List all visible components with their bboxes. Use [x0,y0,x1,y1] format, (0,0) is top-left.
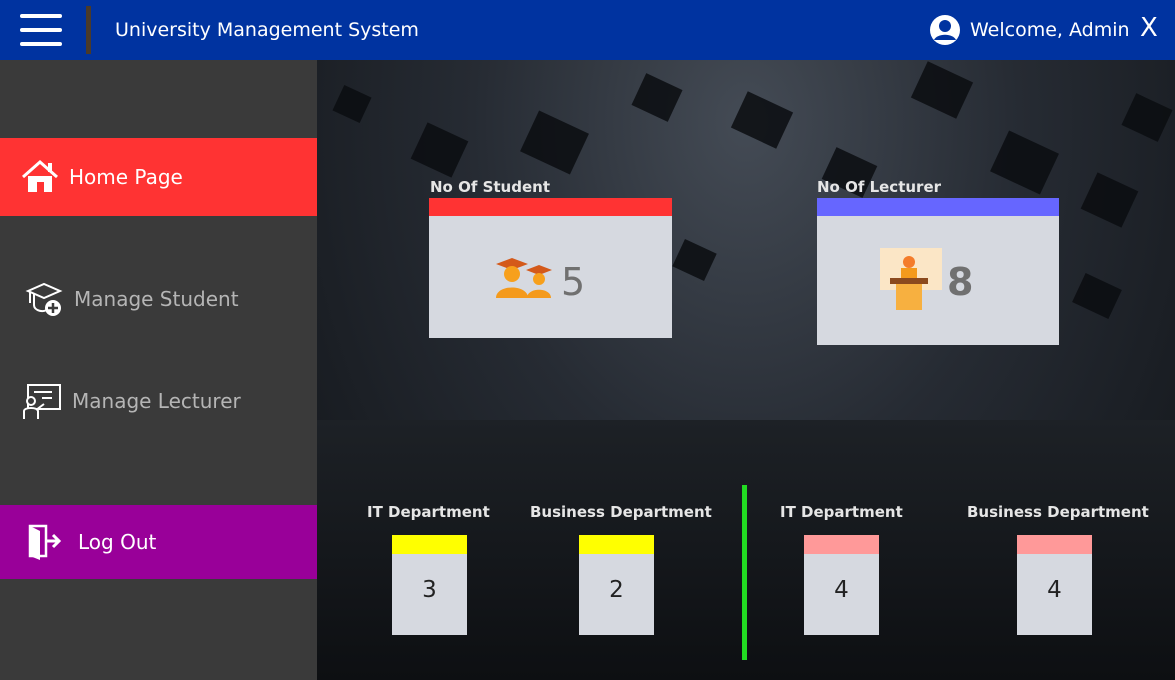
student-count-card: 5 [429,198,672,338]
dept-strip [392,535,467,554]
dept-strip [579,535,654,554]
dept-strip [1017,535,1092,554]
lecturer-it-dept-box: 4 [804,535,879,635]
sidebar-item-logout[interactable]: Log Out [0,505,317,579]
sidebar-item-label: Log Out [78,530,157,554]
sidebar-item-home[interactable]: Home Page [0,138,317,216]
app-title: University Management System [115,19,419,41]
sidebar-item-manage-student[interactable]: Manage Student [0,260,317,338]
lecturer-business-dept-count: 4 [1047,577,1062,603]
close-button[interactable]: X [1140,13,1158,43]
user-avatar-icon [930,15,960,45]
sidebar-item-label: Home Page [69,165,183,189]
graduates-icon [496,258,552,298]
home-icon [22,159,58,192]
hamburger-menu-icon[interactable] [20,12,62,48]
sidebar-item-manage-lecturer[interactable]: Manage Lecturer [0,362,317,440]
sidebar-item-label: Manage Lecturer [72,389,241,413]
lecturer-card-strip [817,198,1059,216]
student-count-label: No Of Student [430,178,550,196]
lecturer-business-dept-label: Business Department [967,503,1149,521]
lecturer-count-value: 8 [947,260,974,304]
lecturer-count-label: No Of Lecturer [817,178,942,196]
student-it-dept-count: 3 [422,577,437,603]
sidebar-item-label: Manage Student [74,287,239,311]
student-count-value: 5 [561,260,586,304]
lecturer-it-dept-count: 4 [834,577,849,603]
sidebar: Home Page Manage Student Manage Lecturer [0,60,317,680]
department-separator [742,485,747,660]
logout-door-icon [28,524,62,560]
welcome-text: Welcome, Admin [970,19,1130,41]
student-business-dept-box: 2 [579,535,654,635]
lecturer-it-dept-label: IT Department [780,503,903,521]
student-it-dept-box: 3 [392,535,467,635]
student-card-strip [429,198,672,216]
student-business-dept-label: Business Department [530,503,712,521]
student-business-dept-count: 2 [609,577,624,603]
dept-strip [804,535,879,554]
lecturer-business-dept-box: 4 [1017,535,1092,635]
student-cap-add-icon [25,282,63,316]
top-bar: University Management System Welcome, Ad… [0,0,1175,60]
student-it-dept-label: IT Department [367,503,490,521]
header-divider [86,6,91,54]
lecturer-podium-icon [880,248,942,310]
lecturer-board-icon [23,384,61,419]
lecturer-count-card: 8 [817,198,1059,345]
